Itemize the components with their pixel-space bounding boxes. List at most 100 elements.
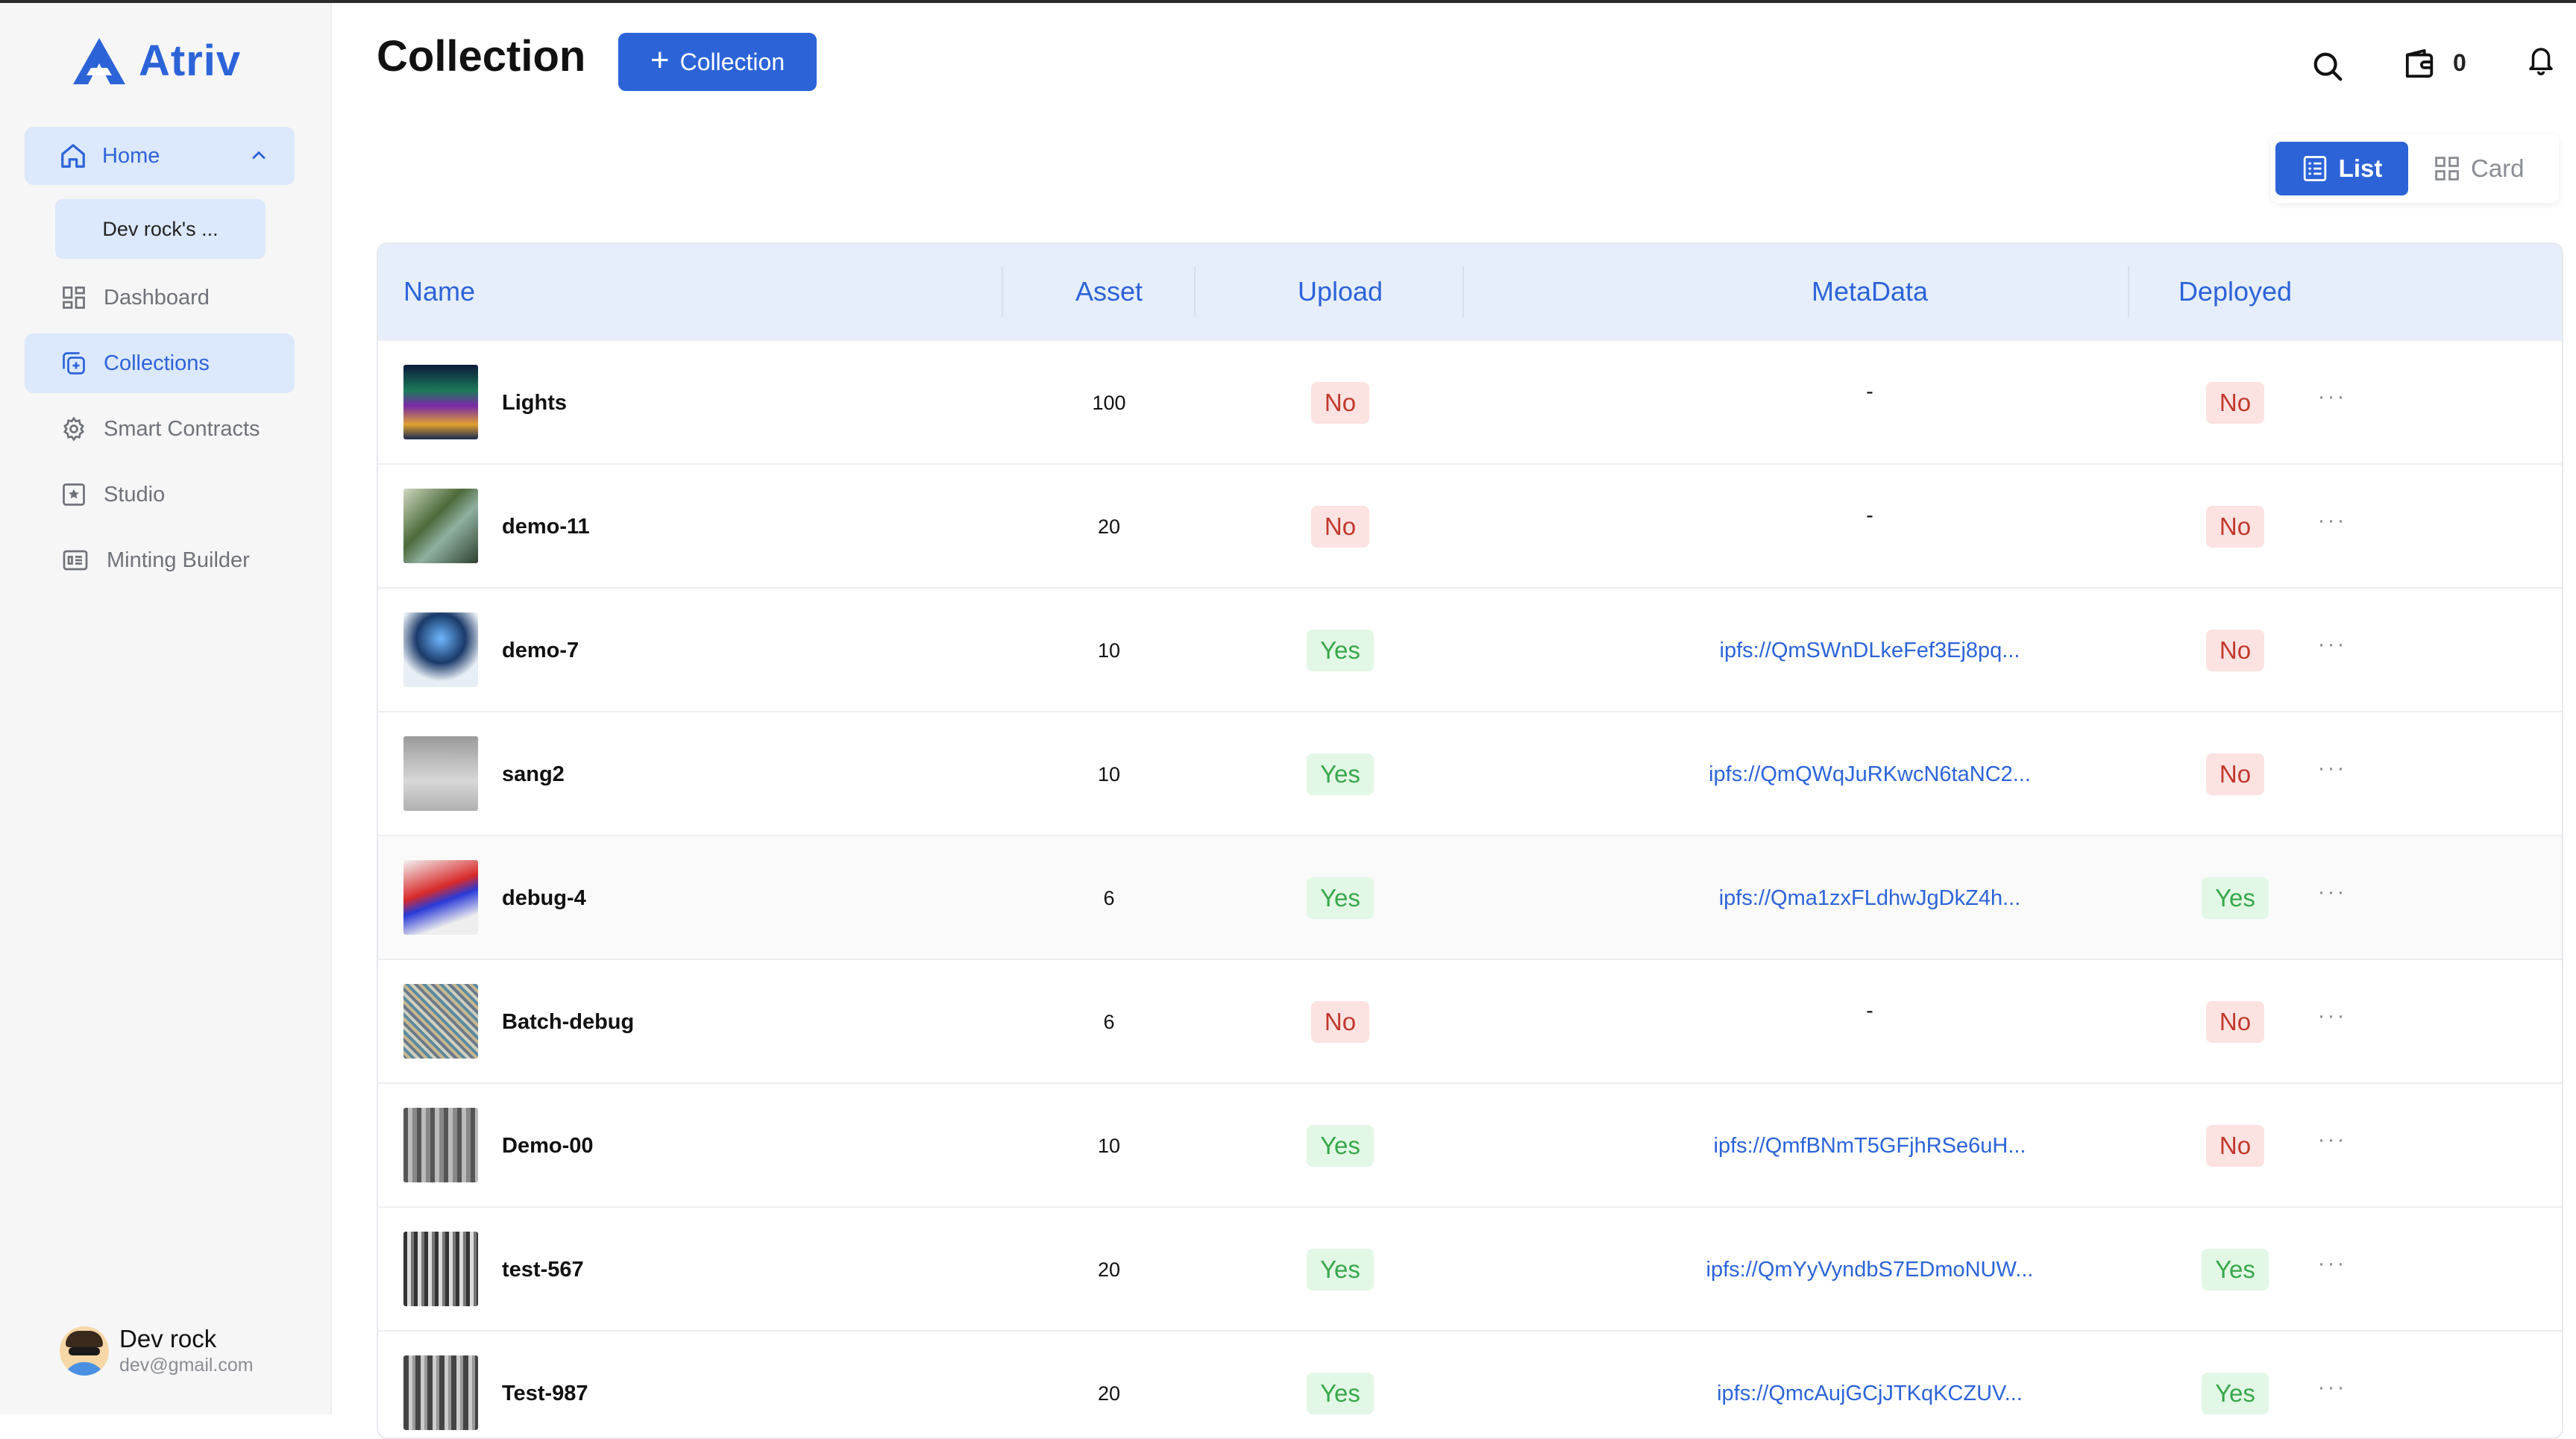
user-profile[interactable]: Dev rock dev@gmail.com (60, 1325, 254, 1376)
asset-count: 20 (1097, 1258, 1121, 1281)
search-icon[interactable] (2310, 49, 2345, 84)
sidebar: Atriv Home Dev rock's ... Dashboard Coll… (0, 3, 332, 1414)
user-email: dev@gmail.com (119, 1355, 254, 1376)
sidebar-item-label: Dashboard (104, 285, 210, 310)
column-header-asset[interactable]: Asset (1072, 244, 1146, 339)
upload-status-badge: No (1310, 506, 1370, 548)
collection-thumbnail (403, 612, 478, 687)
collection-thumbnail (403, 1355, 478, 1430)
collection-name[interactable]: demo-11 (502, 465, 590, 589)
collections-icon (63, 352, 85, 374)
upload-cell: No (1266, 960, 1415, 1084)
table-row[interactable]: test-567 20 Yes ipfs://QmYyVyndbS7EDmoNUW..… (378, 1206, 2562, 1332)
sidebar-item-smart-contracts[interactable]: Smart Contracts (25, 399, 295, 459)
table-row[interactable]: Demo-00 10 Yes ipfs://QmfBNmT5GFjhRSe6uH...… (378, 1082, 2562, 1208)
sidebar-item-label: Smart Contracts (104, 416, 260, 441)
page-title: Collection (377, 32, 586, 81)
deployed-cell: No (2161, 341, 2310, 465)
card-view-button[interactable]: Card (2434, 142, 2545, 195)
list-view-label: List (2338, 154, 2383, 182)
more-options-icon[interactable]: ··· (2302, 712, 2362, 836)
collection-name[interactable]: Test-987 (502, 1332, 588, 1438)
sidebar-item-label: Home (102, 143, 160, 168)
minting-builder-icon (63, 550, 88, 571)
deployed-cell: Yes (2161, 836, 2310, 960)
more-options-icon[interactable]: ··· (2302, 1332, 2362, 1438)
column-header-metadata[interactable]: MetaData (1721, 244, 2019, 339)
table-header: Name Asset Upload MetaData Deployed (378, 244, 2562, 339)
upload-cell: Yes (1266, 1208, 1415, 1332)
table-row[interactable]: Batch-debug 6 No - No ··· (378, 959, 2562, 1084)
sidebar-subitem-workspace[interactable]: Dev rock's ... (55, 199, 266, 259)
user-name: Dev rock (119, 1325, 217, 1352)
deployed-cell: Yes (2161, 1332, 2310, 1438)
add-collection-label: Collection (679, 48, 785, 75)
collection-name[interactable]: Demo-00 (502, 1084, 594, 1208)
sidebar-item-studio[interactable]: Studio (25, 465, 295, 524)
upload-status-badge: Yes (1307, 753, 1374, 795)
metadata-link[interactable]: ipfs://QmYyVyndbS7EDmoNUW... (1571, 1208, 2168, 1332)
avatar (60, 1326, 109, 1376)
collection-name[interactable]: debug-4 (502, 836, 586, 960)
view-toggle: List Card (2271, 134, 2559, 203)
upload-status-badge: No (1310, 382, 1370, 424)
collection-name[interactable]: Batch-debug (502, 960, 634, 1084)
deployed-status-badge: No (2205, 1125, 2265, 1167)
upload-status-badge: No (1310, 1001, 1370, 1043)
add-collection-button[interactable]: + Collection (618, 33, 817, 91)
more-options-icon[interactable]: ··· (2302, 1084, 2362, 1208)
column-header-name[interactable]: Name (403, 244, 475, 339)
upload-cell: Yes (1266, 1332, 1415, 1438)
wallet-count: 0 (2453, 49, 2466, 76)
chevron-up-icon[interactable] (248, 145, 269, 166)
upload-status-badge: Yes (1307, 1249, 1374, 1291)
table-row[interactable]: demo-11 20 No - No ··· (378, 463, 2562, 589)
deployed-cell: No (2161, 465, 2310, 589)
metadata-link[interactable]: ipfs://Qma1zxFLdhwJgDkZ4h... (1571, 836, 2168, 960)
metadata-link: - (1866, 504, 1873, 527)
asset-count: 20 (1097, 1382, 1121, 1405)
sidebar-item-dashboard[interactable]: Dashboard (25, 268, 295, 327)
more-options-icon[interactable]: ··· (2302, 960, 2362, 1084)
metadata-link[interactable]: ipfs://QmcAujGCjJTKqKCZUV... (1571, 1332, 2168, 1438)
wallet-icon[interactable] (2403, 48, 2437, 79)
notification-bell-icon[interactable] (2525, 42, 2557, 78)
brand-name: Atriv (139, 37, 242, 85)
more-options-icon[interactable]: ··· (2302, 1208, 2362, 1332)
metadata-link[interactable]: ipfs://QmSWnDLkeFef3Ej8pq... (1571, 589, 2168, 712)
sidebar-item-minting-builder[interactable]: Minting Builder (25, 530, 295, 590)
more-options-icon[interactable]: ··· (2302, 589, 2362, 712)
more-options-icon[interactable]: ··· (2302, 465, 2362, 589)
more-options-icon[interactable]: ··· (2302, 836, 2362, 960)
upload-status-badge: Yes (1307, 877, 1374, 919)
metadata-link[interactable]: ipfs://QmfBNmT5GFjhRSe6uH... (1571, 1084, 2168, 1208)
window-top-border (0, 0, 2576, 3)
table-row[interactable]: demo-7 10 Yes ipfs://QmSWnDLkeFef3Ej8pq... N… (378, 587, 2562, 712)
table-row[interactable]: debug-4 6 Yes ipfs://Qma1zxFLdhwJgDkZ4h... Y… (378, 835, 2562, 960)
sidebar-item-home[interactable]: Home (25, 127, 295, 185)
metadata-link[interactable]: ipfs://QmQWqJuRKwcN6taNC2... (1571, 712, 2168, 836)
collection-name[interactable]: sang2 (502, 712, 565, 836)
table-row[interactable]: sang2 10 Yes ipfs://QmQWqJuRKwcN6taNC2... No… (378, 711, 2562, 836)
upload-status-badge: Yes (1307, 1125, 1374, 1167)
table-row[interactable]: Lights 100 No - No ··· (378, 339, 2562, 465)
collection-name[interactable]: demo-7 (502, 589, 579, 712)
deployed-status-badge: Yes (2202, 877, 2269, 919)
sidebar-item-collections[interactable]: Collections (25, 333, 295, 393)
asset-count: 6 (1103, 886, 1115, 909)
more-options-icon[interactable]: ··· (2302, 341, 2362, 465)
brand-logo[interactable]: Atriv (72, 36, 241, 86)
collection-name[interactable]: Lights (502, 341, 567, 465)
sidebar-item-label: Studio (104, 482, 166, 507)
column-header-upload[interactable]: Upload (1258, 244, 1422, 339)
upload-cell: Yes (1266, 836, 1415, 960)
table-row[interactable]: Test-987 20 Yes ipfs://QmcAujGCjJTKqKCZUV..… (378, 1330, 2562, 1438)
deployed-status-badge: No (2205, 630, 2265, 671)
list-view-button[interactable]: List (2275, 142, 2408, 195)
metadata-link: - (1866, 999, 1873, 1023)
collection-name[interactable]: test-567 (502, 1208, 584, 1332)
column-header-deployed[interactable]: Deployed (2153, 244, 2317, 339)
sidebar-item-label: Minting Builder (107, 548, 250, 572)
deployed-status-badge: Yes (2202, 1373, 2269, 1414)
collection-thumbnail (403, 1108, 478, 1182)
